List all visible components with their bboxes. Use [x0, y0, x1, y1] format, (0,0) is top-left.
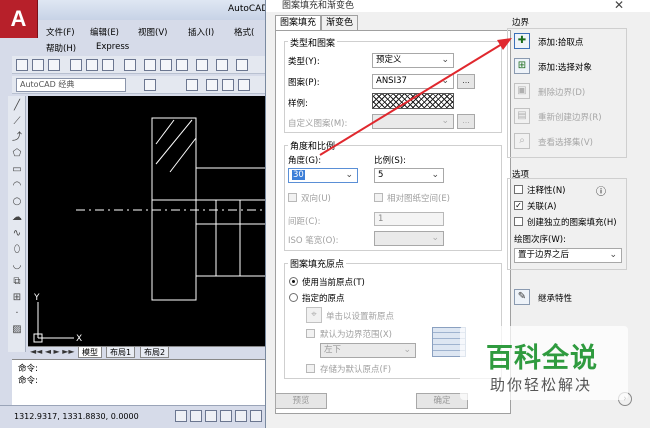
watermark-logo: 百科全说	[486, 343, 598, 374]
watermark-slogan: 助你轻松解决	[490, 376, 593, 394]
